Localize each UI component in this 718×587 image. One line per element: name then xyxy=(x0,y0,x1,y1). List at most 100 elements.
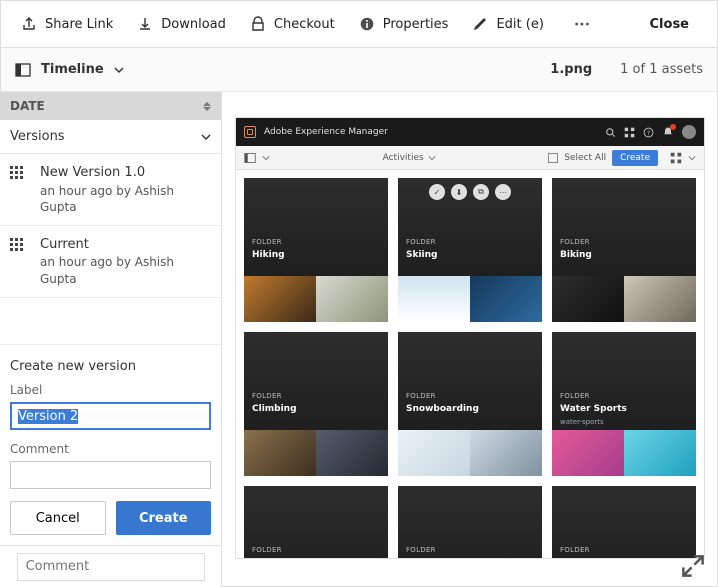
timeline-dropdown[interactable]: Timeline xyxy=(15,62,124,78)
folder-title: Snowboarding xyxy=(406,404,479,414)
timeline-panel: DATE Versions New Version 1.0 an hour ag… xyxy=(0,92,222,587)
folder-label: FOLDER xyxy=(560,238,590,246)
download-label: Download xyxy=(161,17,226,32)
sub-header: Timeline 1.png 1 of 1 assets xyxy=(1,48,717,92)
chevron-down-icon xyxy=(688,154,696,162)
edit-button[interactable]: Edit (e) xyxy=(462,1,553,47)
timeline-comment-input[interactable] xyxy=(17,553,205,581)
edit-label: Edit (e) xyxy=(496,17,543,32)
select-all-label: Select All xyxy=(564,153,606,163)
download-button[interactable]: Download xyxy=(127,1,236,47)
form-title: Create new version xyxy=(10,359,211,374)
folder-card: FOLDER Climbing xyxy=(244,332,388,476)
folder-title: Hiking xyxy=(252,250,285,260)
folder-card: FOLDER Snowboarding xyxy=(398,332,542,476)
version-grid-icon xyxy=(10,166,30,186)
asset-name: 1.png xyxy=(550,62,592,77)
more-icon: ⋯ xyxy=(495,184,511,200)
grid-icon xyxy=(624,127,635,138)
folder-label: FOLDER xyxy=(252,392,282,400)
aem-logo-icon xyxy=(244,126,256,138)
folder-subtitle: water-sports xyxy=(560,418,604,426)
avatar xyxy=(682,125,696,139)
chevron-down-icon xyxy=(201,132,211,142)
version-item[interactable]: Current an hour ago by Ashish Gupta xyxy=(0,226,221,298)
version-meta: an hour ago by Ashish Gupta xyxy=(40,254,211,286)
label-input[interactable] xyxy=(10,402,211,430)
chevron-down-icon xyxy=(262,154,270,162)
folder-card: FOLDERRunning xyxy=(552,486,696,558)
folder-title: Climbing xyxy=(252,404,297,414)
folder-title: Water Sports xyxy=(560,404,627,414)
pencil-icon xyxy=(472,16,488,32)
version-meta: an hour ago by Ashish Gupta xyxy=(40,183,211,215)
comment-input[interactable] xyxy=(10,461,211,489)
sort-icon xyxy=(203,102,211,111)
create-button[interactable]: Create xyxy=(116,501,212,535)
versions-label: Versions xyxy=(10,129,65,144)
date-label: DATE xyxy=(10,99,45,113)
more-icon xyxy=(574,16,590,32)
check-icon: ✓ xyxy=(429,184,445,200)
folder-label: FOLDER xyxy=(406,392,436,400)
version-title: Current xyxy=(40,236,211,254)
copy-icon: ⧉ xyxy=(473,184,489,200)
cancel-button[interactable]: Cancel xyxy=(10,501,106,535)
folder-label: FOLDER xyxy=(252,238,282,246)
svg-text:?: ? xyxy=(647,129,650,136)
card-hover-actions: ✓ ⬇ ⧉ ⋯ xyxy=(398,184,542,200)
folder-label: FOLDER xyxy=(406,238,436,246)
folder-card: FOLDER Water Sports water-sports xyxy=(552,332,696,476)
timeline-label: Timeline xyxy=(41,62,104,77)
comment-caption: Comment xyxy=(10,442,211,456)
share-link-button[interactable]: Share Link xyxy=(11,1,123,47)
version-grid-icon xyxy=(10,238,30,258)
info-icon xyxy=(359,16,375,32)
create-version-form: Create new version Label Comment Cancel … xyxy=(0,344,221,545)
folder-title: Skiing xyxy=(406,250,438,260)
rail-toggle-icon xyxy=(244,152,256,164)
activities-dropdown: Activities xyxy=(383,153,436,163)
label-caption: Label xyxy=(10,383,211,397)
chevron-down-icon xyxy=(114,65,124,75)
close-button[interactable]: Close xyxy=(632,1,707,47)
folder-card: FOLDER Hiking xyxy=(244,178,388,322)
aem-subheader: Activities Select All Create xyxy=(236,146,704,170)
folder-label: FOLDER xyxy=(406,546,436,554)
folder-label: FOLDER xyxy=(560,392,590,400)
preview-area: Adobe Experience Manager ? Activities Se xyxy=(222,92,718,587)
download-icon: ⬇ xyxy=(451,184,467,200)
folder-card: FOLDERBiking xyxy=(552,178,696,322)
properties-button[interactable]: Properties xyxy=(349,1,459,47)
more-button[interactable] xyxy=(558,1,606,47)
lock-icon xyxy=(250,16,266,32)
checkbox-icon xyxy=(548,153,558,163)
close-label: Close xyxy=(650,17,689,32)
folder-card: FOLDERSurfing xyxy=(398,486,542,558)
activities-label: Activities xyxy=(383,153,424,163)
help-icon: ? xyxy=(643,127,654,138)
checkout-button[interactable]: Checkout xyxy=(240,1,345,47)
version-item[interactable]: New Version 1.0 an hour ago by Ashish Gu… xyxy=(0,154,221,226)
folder-label: FOLDER xyxy=(252,546,282,554)
user-icon xyxy=(8,558,9,576)
checkout-label: Checkout xyxy=(274,17,335,32)
card-view-icon xyxy=(670,152,682,164)
versions-dropdown[interactable]: Versions xyxy=(0,120,221,154)
folder-card: FOLDERHiking & Campinghiking-camping xyxy=(244,486,388,558)
folder-card: ✓ ⬇ ⧉ ⋯ FOLDER Skiing xyxy=(398,178,542,322)
properties-label: Properties xyxy=(383,17,449,32)
bell-icon xyxy=(662,126,674,138)
preview-create-button: Create xyxy=(612,150,658,166)
chevron-down-icon xyxy=(428,154,436,162)
folder-label: FOLDER xyxy=(560,546,590,554)
folder-grid: FOLDER Hiking ✓ ⬇ ⧉ ⋯ FOLDER Skiing FOLDERBiking… xyxy=(236,170,704,558)
fullscreen-icon[interactable] xyxy=(682,555,704,577)
share-label: Share Link xyxy=(45,17,113,32)
download-icon xyxy=(137,16,153,32)
aem-header: Adobe Experience Manager ? xyxy=(236,118,704,146)
aem-product-label: Adobe Experience Manager xyxy=(264,127,388,137)
date-header[interactable]: DATE xyxy=(0,92,221,120)
asset-preview: Adobe Experience Manager ? Activities Se xyxy=(236,118,704,558)
asset-count: 1 of 1 assets xyxy=(620,62,703,77)
